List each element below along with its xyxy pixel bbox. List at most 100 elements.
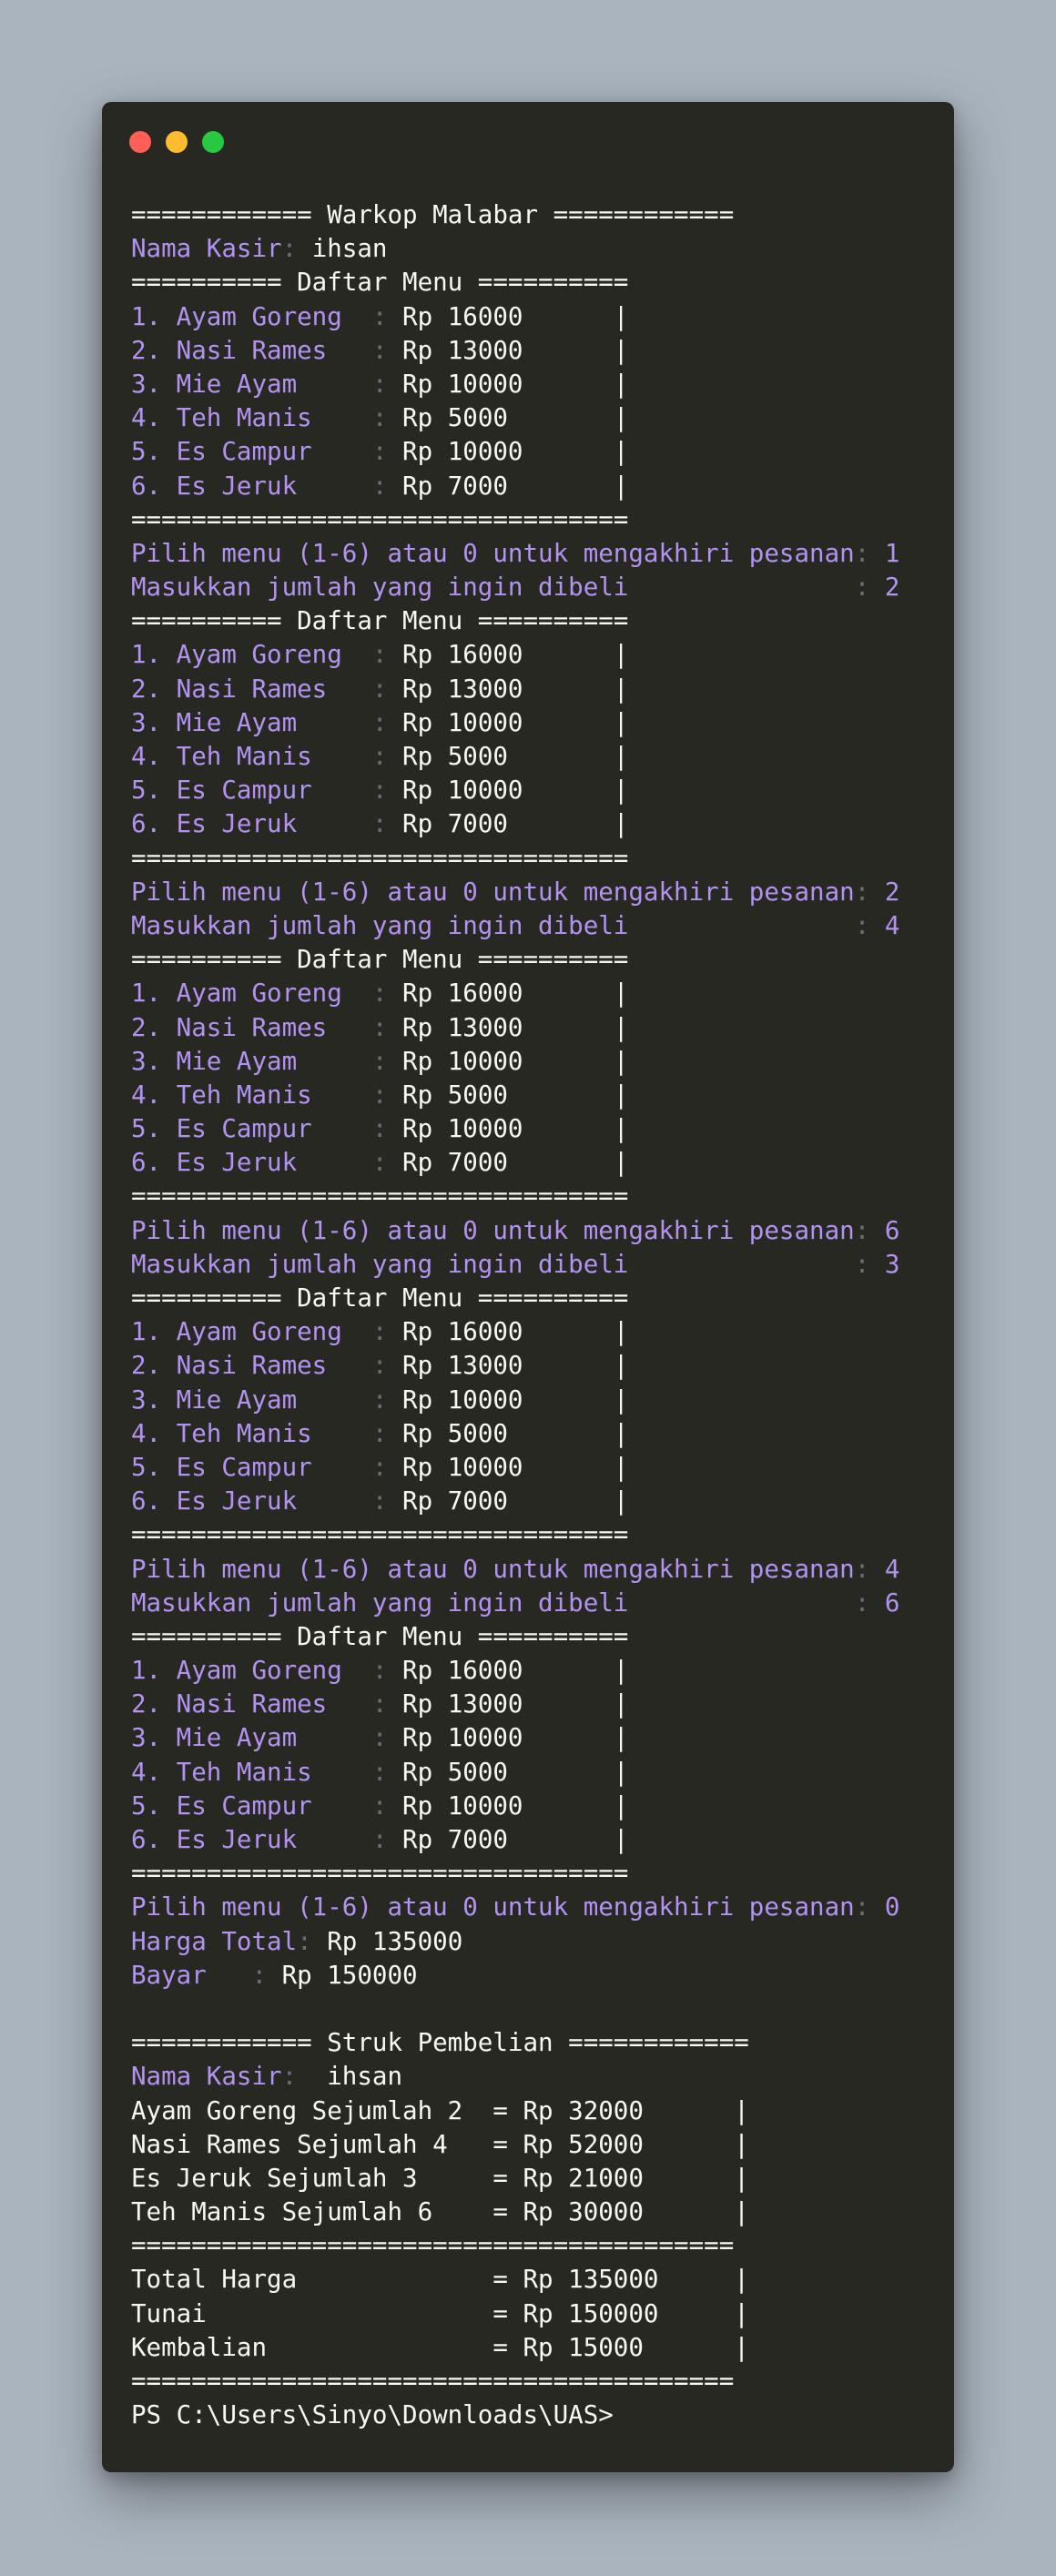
terminal-text: Harga Total <box>131 1926 298 1956</box>
terminal-line: Pilih menu (1-6) atau 0 untuk mengakhiri… <box>131 1891 936 1924</box>
terminal-text: : <box>371 471 403 501</box>
terminal-text: Pilih menu (1-6) atau 0 untuk mengakhiri… <box>131 1892 855 1922</box>
terminal-line: 3. Mie Ayam : Rp 10000 | <box>131 1384 936 1417</box>
terminal-text: : <box>371 1080 403 1110</box>
close-button[interactable] <box>129 131 151 153</box>
maximize-button[interactable] <box>202 131 224 153</box>
terminal-text: 5. Es Campur <box>131 437 372 467</box>
terminal-text: : <box>371 776 403 806</box>
terminal-line: ================================= <box>131 842 936 876</box>
terminal-text: : <box>371 640 403 670</box>
terminal-text: ihsan <box>311 234 388 264</box>
terminal-text: Rp 5000 | <box>402 1418 629 1448</box>
terminal-line: ============ Warkop Malabar ============ <box>131 198 936 232</box>
terminal-text: 1. Ayam Goreng <box>131 1317 372 1347</box>
terminal-text: : <box>371 301 403 331</box>
terminal-line: 2. Nasi Rames : Rp 13000 | <box>131 1349 936 1383</box>
terminal-text: Rp 10000 | <box>402 1452 629 1482</box>
terminal-text: 1. Ayam Goreng <box>131 1656 372 1686</box>
terminal-line: ================================= <box>131 1857 936 1891</box>
terminal-text: ========== Daftar Menu ========== <box>131 268 629 298</box>
terminal-text: Pilih menu (1-6) atau 0 untuk mengakhiri… <box>131 538 855 568</box>
terminal-text: Rp 16000 | <box>402 640 629 670</box>
terminal-line: 5. Es Campur : Rp 10000 | <box>131 1451 936 1485</box>
terminal-text: 2. Nasi Rames <box>131 335 372 365</box>
terminal-line: ========== Daftar Menu ========== <box>131 604 936 638</box>
terminal-text: 2 <box>884 573 900 603</box>
terminal-text: : <box>371 1757 403 1787</box>
minimize-button[interactable] <box>166 131 188 153</box>
terminal-text: Pilih menu (1-6) atau 0 untuk mengakhiri… <box>131 877 855 907</box>
terminal-text: 1. Ayam Goreng <box>131 640 372 670</box>
terminal-text: : <box>371 1723 403 1753</box>
terminal-text: : <box>371 979 403 1009</box>
terminal-line: ========== Daftar Menu ========== <box>131 943 936 977</box>
terminal-text: 3 <box>884 1249 900 1279</box>
terminal-text: Rp 5000 | <box>402 1080 629 1110</box>
terminal-text: 4. Teh Manis <box>131 1080 372 1110</box>
terminal-text: : <box>371 1656 403 1686</box>
terminal-text: ============ Struk Pembelian ===========… <box>131 2028 749 2058</box>
terminal-line: 1. Ayam Goreng : Rp 16000 | <box>131 638 936 672</box>
terminal-text: 4 <box>884 1554 900 1584</box>
terminal-line: 3. Mie Ayam : Rp 10000 | <box>131 1721 936 1755</box>
terminal-text: 6 <box>884 1215 900 1245</box>
terminal-text: 4. Teh Manis <box>131 742 372 771</box>
terminal-text: ================================= <box>131 1520 629 1550</box>
terminal-line: 6. Es Jeruk : Rp 7000 | <box>131 1823 936 1857</box>
terminal-line: ========== Daftar Menu ========== <box>131 266 936 299</box>
terminal-text: Ayam Goreng Sejumlah 2 = Rp 32000 | <box>131 2095 749 2125</box>
terminal-text: Bayar <box>131 1960 252 1990</box>
terminal-text: : <box>371 707 403 737</box>
terminal-text: Rp 16000 | <box>402 1656 629 1686</box>
terminal-line: Masukkan jumlah yang ingin dibeli : 6 <box>131 1587 936 1620</box>
terminal-text: 4. Teh Manis <box>131 403 372 433</box>
terminal-text: : <box>371 1148 403 1178</box>
terminal-text: : <box>371 1486 403 1516</box>
terminal-text: ========== Daftar Menu ========== <box>131 945 629 975</box>
terminal-text: Rp 150000 <box>281 1960 418 1990</box>
terminal-text: 2 <box>884 877 900 907</box>
terminal-text: Rp 16000 | <box>402 301 629 331</box>
terminal-line: 2. Nasi Rames : Rp 13000 | <box>131 334 936 368</box>
terminal-line: Tunai = Rp 150000 | <box>131 2297 936 2331</box>
terminal-text: Rp 5000 | <box>402 403 629 433</box>
terminal-line: Es Jeruk Sejumlah 3 = Rp 21000 | <box>131 2162 936 2196</box>
terminal-text: : <box>371 1046 403 1076</box>
terminal-text: Masukkan jumlah yang ingin dibeli <box>131 573 855 603</box>
terminal-text: : <box>854 538 885 568</box>
terminal-text: Kembalian = Rp 15000 | <box>131 2332 749 2362</box>
terminal-text: ======================================== <box>131 2367 735 2396</box>
terminal-text: ================================= <box>131 504 629 534</box>
terminal-line: 5. Es Campur : Rp 10000 | <box>131 1112 936 1146</box>
terminal-text: : <box>371 1317 403 1347</box>
terminal-text: 3. Mie Ayam <box>131 707 372 737</box>
terminal-window: ============ Warkop Malabar ============… <box>102 102 954 2472</box>
terminal-line: 5. Es Campur : Rp 10000 | <box>131 774 936 807</box>
terminal-text: : <box>371 335 403 365</box>
terminal-output[interactable]: ============ Warkop Malabar ============… <box>131 198 936 2432</box>
terminal-line: Nama Kasir: ihsan <box>131 232 936 266</box>
terminal-text: 5. Es Campur <box>131 776 372 806</box>
terminal-text: Masukkan jumlah yang ingin dibeli <box>131 910 855 940</box>
terminal-line: 3. Mie Ayam : Rp 10000 | <box>131 368 936 401</box>
terminal-text: 6. Es Jeruk <box>131 1825 372 1854</box>
terminal-line: Pilih menu (1-6) atau 0 untuk mengakhiri… <box>131 1214 936 1248</box>
terminal-text: : <box>251 1960 282 1990</box>
terminal-text: 2. Nasi Rames <box>131 1012 372 1042</box>
terminal-text: Rp 16000 | <box>402 1317 629 1347</box>
terminal-line: Bayar : Rp 150000 <box>131 1959 936 1993</box>
terminal-line: Nasi Rames Sejumlah 4 = Rp 52000 | <box>131 2128 936 2162</box>
terminal-text: Rp 5000 | <box>402 742 629 771</box>
terminal-text: 3. Mie Ayam <box>131 369 372 399</box>
terminal-line: Nama Kasir: ihsan <box>131 2060 936 2094</box>
terminal-text: : <box>281 234 312 264</box>
terminal-text: 4. Teh Manis <box>131 1418 372 1448</box>
terminal-text: Masukkan jumlah yang ingin dibeli <box>131 1587 855 1618</box>
terminal-line: 2. Nasi Rames : Rp 13000 | <box>131 1688 936 1721</box>
terminal-line: Masukkan jumlah yang ingin dibeli : 2 <box>131 571 936 604</box>
terminal-line: ================================= <box>131 503 936 537</box>
terminal-text: 1. Ayam Goreng <box>131 979 372 1009</box>
terminal-text: : <box>371 369 403 399</box>
